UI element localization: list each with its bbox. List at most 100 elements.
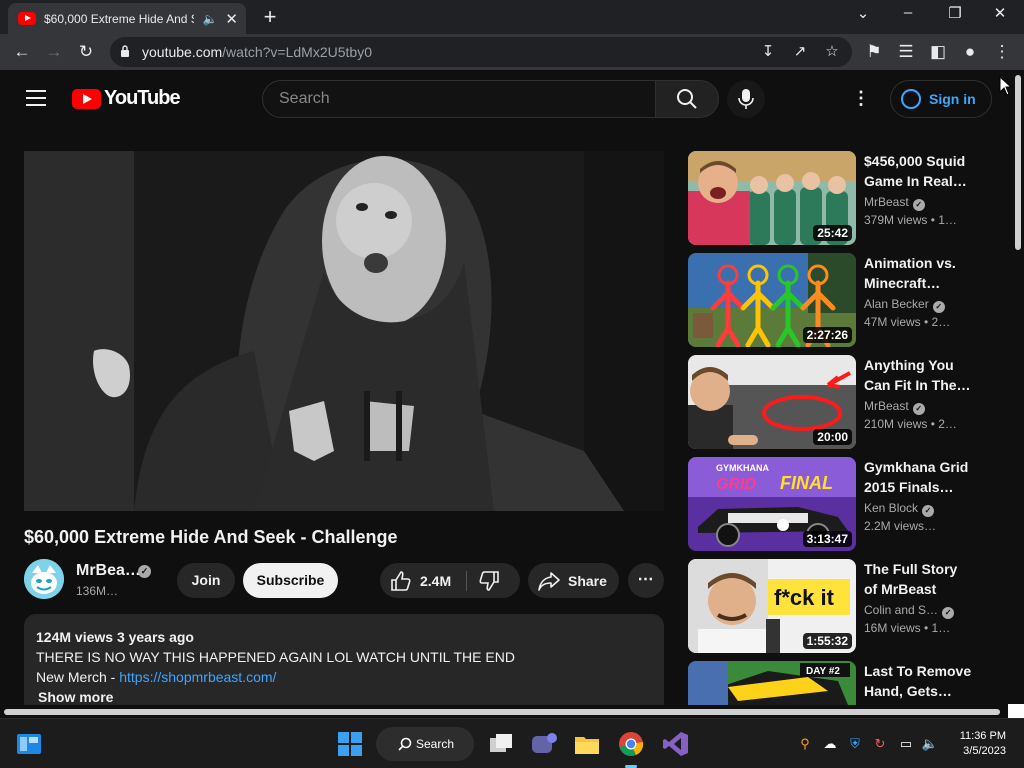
channel-avatar[interactable]	[24, 559, 64, 599]
sign-in-button[interactable]: Sign in	[890, 80, 992, 118]
recommended-video[interactable]: DAY #2 Last To Remove Hand, Gets…	[688, 661, 978, 705]
back-arrow-icon[interactable]: ←	[10, 40, 34, 64]
vertical-scrollbar[interactable]	[1012, 70, 1024, 718]
lock-icon[interactable]	[120, 45, 130, 57]
show-more-button[interactable]: Show more	[38, 687, 652, 707]
subscribe-button[interactable]: Subscribe	[243, 563, 338, 598]
verified-check-icon: ✓	[912, 403, 925, 415]
like-separator	[466, 571, 467, 591]
youtube-logo[interactable]: YouTube	[72, 87, 181, 110]
recommended-title[interactable]: Gymkhana Grid 2015 Finals…	[864, 457, 974, 497]
channel-name[interactable]: MrBea…	[76, 562, 141, 580]
thumbs-down-icon[interactable]	[478, 570, 500, 592]
merch-link[interactable]: https://shopmrbeast.com/	[119, 669, 276, 685]
voice-search-button[interactable]	[727, 80, 765, 118]
minimize-button[interactable]: –	[898, 4, 918, 21]
task-view-icon[interactable]	[486, 729, 516, 759]
extensions-icon[interactable]: ⚑	[862, 40, 886, 64]
address-bar[interactable]: youtube.com/watch?v=LdMx2U5tby0 ↧ ↗ ☆	[110, 37, 852, 67]
search-input[interactable]	[263, 81, 623, 117]
browser-toolbar: ← → ↻ youtube.com/watch?v=LdMx2U5tby0 ↧ …	[0, 34, 1024, 70]
search-tray-icon[interactable]: ⚲	[796, 735, 814, 753]
video-thumbnail[interactable]: 25:42	[688, 151, 856, 245]
video-title: $60,000 Extreme Hide And Seek - Challeng…	[24, 527, 398, 547]
close-window-button[interactable]: ✕	[990, 4, 1010, 22]
restore-button[interactable]: ❐	[945, 4, 965, 22]
hamburger-menu-icon[interactable]	[26, 90, 46, 106]
recommended-views: 379M views • 1…	[864, 213, 957, 227]
recommended-title[interactable]: $456,000 Squid Game In Real…	[864, 151, 974, 191]
taskbar-search-button[interactable]: Search	[376, 727, 474, 761]
recommended-title[interactable]: Animation vs. Minecraft…	[864, 253, 974, 293]
thumb-text-gymkhana: GYMKHANA	[716, 463, 769, 473]
verified-check-icon: ✓	[942, 607, 955, 619]
recommended-channel: MrBeast ✓	[864, 195, 925, 211]
scrollbar-corner	[1008, 704, 1024, 718]
teams-chat-icon[interactable]	[529, 729, 559, 759]
recommended-title[interactable]: The Full Story of MrBeast	[864, 559, 974, 599]
verified-check-icon: ✓	[912, 199, 925, 211]
windows-start-icon[interactable]	[335, 729, 365, 759]
chrome-icon[interactable]	[616, 729, 646, 759]
video-thumbnail[interactable]: 2:27:26	[688, 253, 856, 347]
recommended-channel: Alan Becker ✓	[864, 297, 945, 313]
recommended-video[interactable]: 2:27:26 Animation vs. Minecraft… Alan Be…	[688, 253, 978, 347]
file-explorer-icon[interactable]	[572, 729, 602, 759]
video-thumbnail[interactable]: 20:00	[688, 355, 856, 449]
side-panel-icon[interactable]: ◧	[926, 40, 950, 64]
volume-icon[interactable]: 🔈	[921, 735, 939, 753]
search-button[interactable]	[655, 80, 719, 118]
video-description[interactable]: 124M views 3 years ago THERE IS NO WAY T…	[24, 614, 664, 714]
youtube-favicon-icon	[18, 12, 36, 25]
share-button[interactable]: Share	[528, 563, 619, 598]
thumb-text-grid: GRID	[716, 476, 756, 493]
media-control-icon[interactable]: ☰	[894, 40, 918, 64]
close-tab-icon[interactable]: ✕	[225, 10, 238, 28]
merch-line: New Merch - https://shopmrbeast.com/	[36, 669, 277, 685]
recommended-views: 16M views • 1…	[864, 621, 951, 635]
system-clock[interactable]: 11:36 PM 3/5/2023	[948, 729, 1006, 759]
description-line: THERE IS NO WAY THIS HAPPENED AGAIN LOL …	[36, 649, 515, 665]
video-thumbnail[interactable]: GYMKHANA GRID FINAL 3:13:47	[688, 457, 856, 551]
recommended-video[interactable]: 20:00 Anything You Can Fit In The… MrBea…	[688, 355, 978, 449]
browser-tab[interactable]: $60,000 Extreme Hide And Seek - Challeng…	[8, 3, 246, 34]
youtube-masthead: YouTube ⋮ Sign in	[0, 70, 1012, 128]
recommended-channel: Colin and S… ✓	[864, 603, 955, 619]
reload-icon[interactable]: ↻	[74, 40, 98, 64]
more-actions-button[interactable]: ⋯	[628, 563, 664, 598]
like-button[interactable]: 2.4M	[390, 563, 451, 598]
browser-menu-icon[interactable]: ⋮	[990, 40, 1014, 64]
network-icon[interactable]: ▭	[897, 735, 915, 753]
mouse-cursor-icon	[999, 76, 1013, 96]
forward-arrow-icon[interactable]: →	[42, 40, 66, 64]
video-player[interactable]	[24, 151, 664, 511]
join-button[interactable]: Join	[177, 563, 235, 598]
recommended-video[interactable]: GYMKHANA GRID FINAL 3:13:47 Gymkhana Gri…	[688, 457, 978, 551]
settings-menu-icon[interactable]: ⋮	[850, 88, 872, 110]
url-text: youtube.com/watch?v=LdMx2U5tby0	[142, 44, 372, 60]
share-page-icon[interactable]: ↗	[790, 42, 810, 62]
tab-search-chevron-icon[interactable]: ⌄	[853, 4, 873, 22]
recommended-video[interactable]: 25:42 $456,000 Squid Game In Real… MrBea…	[688, 151, 978, 245]
new-tab-button[interactable]: +	[258, 4, 282, 30]
recommended-title[interactable]: Anything You Can Fit In The…	[864, 355, 974, 395]
security-shield-icon[interactable]: ⛨	[846, 735, 864, 753]
bookmark-star-icon[interactable]: ☆	[822, 42, 842, 62]
browser-tab-strip: $60,000 Extreme Hide And Seek - Challeng…	[0, 0, 1024, 34]
youtube-play-logo-icon	[72, 88, 101, 109]
onedrive-icon[interactable]: ☁	[821, 735, 839, 753]
recommended-video[interactable]: f*ck it 1:55:32 The Full Story of MrBeas…	[688, 559, 978, 653]
install-app-icon[interactable]: ↧	[758, 42, 778, 62]
thumbs-up-icon	[391, 570, 411, 591]
horizontal-scrollbar[interactable]	[0, 705, 1008, 718]
profile-icon[interactable]: ●	[958, 40, 982, 64]
visual-studio-icon[interactable]	[661, 729, 691, 759]
recommended-title[interactable]: Last To Remove Hand, Gets…	[864, 661, 974, 701]
like-dislike-bar: 2.4M	[380, 563, 520, 598]
update-icon[interactable]: ↻	[871, 735, 889, 753]
speaker-icon[interactable]: 🔈	[202, 12, 217, 26]
video-thumbnail[interactable]: f*ck it 1:55:32	[688, 559, 856, 653]
video-thumbnail[interactable]: DAY #2	[688, 661, 856, 705]
widgets-icon[interactable]	[14, 729, 44, 759]
account-circle-icon	[901, 89, 921, 109]
